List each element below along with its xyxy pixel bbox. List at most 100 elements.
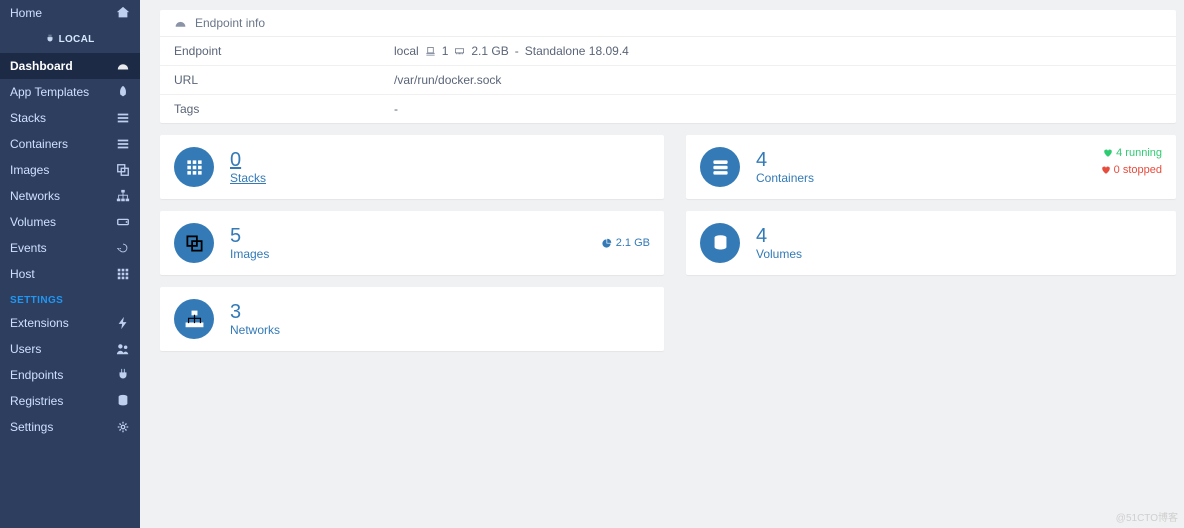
sidebar-item-extensions[interactable]: Extensions <box>0 310 140 336</box>
sidebar-item-label: Networks <box>10 189 60 203</box>
endpoint-row: Endpoint local 1 2.1 GB - Standalone 18.… <box>160 37 1176 66</box>
sidebar-env-label: LOCAL <box>59 34 95 45</box>
users-icon <box>116 342 130 356</box>
ram-size: 2.1 GB <box>471 44 508 58</box>
images-count: 5 <box>230 226 269 246</box>
watermark: @51CTO博客 <box>1116 509 1178 524</box>
tags-value: - <box>394 102 1162 116</box>
sidebar-item-label: Stacks <box>10 111 46 125</box>
pie-chart-icon <box>601 238 612 249</box>
list-icon <box>116 111 130 125</box>
containers-status: 4 running 0 stopped <box>1101 145 1162 178</box>
tile-containers[interactable]: 4 Containers 4 running 0 stopped <box>686 135 1176 199</box>
heartbeat-icon <box>1101 165 1111 175</box>
endpoint-info-header: Endpoint info <box>160 10 1176 37</box>
sidebar: Home LOCAL Dashboard App Templates Stack… <box>0 0 140 528</box>
endpoint-value: local 1 2.1 GB - Standalone 18.09.4 <box>394 44 1162 58</box>
cogs-icon <box>116 420 130 434</box>
endpoint-label: Endpoint <box>174 44 394 58</box>
sidebar-item-label: Endpoints <box>10 368 63 382</box>
heartbeat-icon <box>1103 148 1113 158</box>
sidebar-item-settings[interactable]: Settings <box>0 414 140 440</box>
sidebar-item-registries[interactable]: Registries <box>0 388 140 414</box>
sidebar-item-label: Images <box>10 163 49 177</box>
th-list-icon <box>185 158 204 177</box>
containers-count: 4 <box>756 150 814 170</box>
sidebar-item-events[interactable]: Events <box>0 235 140 261</box>
hdd-icon <box>116 215 130 229</box>
sidebar-item-networks[interactable]: Networks <box>0 183 140 209</box>
endpoint-name: local <box>394 44 419 58</box>
tile-stacks[interactable]: 0 Stacks <box>160 135 664 199</box>
dashboard-tiles: 0 Stacks 5 Images 2.1 GB 3 Ne <box>160 135 1176 351</box>
stacks-count: 0 <box>230 150 266 170</box>
clone-icon <box>116 163 130 177</box>
containers-label: Containers <box>756 171 814 185</box>
tachometer-icon <box>116 59 130 73</box>
sidebar-item-endpoints[interactable]: Endpoints <box>0 362 140 388</box>
sidebar-item-label: App Templates <box>10 85 89 99</box>
sidebar-item-label: Registries <box>10 394 63 408</box>
dash: - <box>515 44 519 58</box>
sidebar-item-label: Dashboard <box>10 59 73 73</box>
sidebar-item-label: Containers <box>10 137 68 151</box>
plug-icon <box>116 368 130 382</box>
sidebar-home-label: Home <box>10 6 42 20</box>
volumes-label: Volumes <box>756 247 802 261</box>
database-icon <box>116 394 130 408</box>
endpoint-mode: Standalone 18.09.4 <box>525 44 629 58</box>
tachometer-icon <box>174 17 187 30</box>
home-icon <box>116 6 130 20</box>
rocket-icon <box>116 85 130 99</box>
server-icon <box>711 158 730 177</box>
tile-images[interactable]: 5 Images 2.1 GB <box>160 211 664 275</box>
images-size: 2.1 GB <box>601 237 650 249</box>
sidebar-home[interactable]: Home <box>0 0 140 26</box>
url-value: /var/run/docker.sock <box>394 73 1162 87</box>
sidebar-item-host[interactable]: Host <box>0 261 140 287</box>
sidebar-item-label: Users <box>10 342 41 356</box>
tile-networks[interactable]: 3 Networks <box>160 287 664 351</box>
tags-row: Tags - <box>160 95 1176 123</box>
endpoint-info-title: Endpoint info <box>195 16 265 30</box>
list-icon <box>116 137 130 151</box>
clone-icon <box>185 234 204 253</box>
volumes-icon-circle <box>700 223 740 263</box>
database-icon <box>711 234 730 253</box>
main-content: Endpoint info Endpoint local 1 2.1 GB - … <box>140 0 1184 528</box>
sidebar-item-label: Extensions <box>10 316 69 330</box>
stacks-label: Stacks <box>230 171 266 185</box>
sidebar-env[interactable]: LOCAL <box>0 26 140 53</box>
url-label: URL <box>174 73 394 87</box>
sitemap-icon <box>185 310 204 329</box>
sidebar-item-containers[interactable]: Containers <box>0 131 140 157</box>
sidebar-item-label: Settings <box>10 420 53 434</box>
sidebar-item-label: Events <box>10 241 47 255</box>
sidebar-item-volumes[interactable]: Volumes <box>0 209 140 235</box>
images-icon-circle <box>174 223 214 263</box>
th-icon <box>116 267 130 281</box>
memory-icon <box>454 46 465 57</box>
microchip-icon <box>425 46 436 57</box>
sidebar-item-users[interactable]: Users <box>0 336 140 362</box>
networks-icon-circle <box>174 299 214 339</box>
cpu-count: 1 <box>442 44 449 58</box>
sidebar-item-images[interactable]: Images <box>0 157 140 183</box>
history-icon <box>116 241 130 255</box>
stacks-icon-circle <box>174 147 214 187</box>
images-label: Images <box>230 247 269 261</box>
url-row: URL /var/run/docker.sock <box>160 66 1176 95</box>
sitemap-icon <box>116 189 130 203</box>
images-size-value: 2.1 GB <box>616 237 650 249</box>
stopped-badge: 0 stopped <box>1101 162 1162 179</box>
containers-icon-circle <box>700 147 740 187</box>
sidebar-item-stacks[interactable]: Stacks <box>0 105 140 131</box>
volumes-count: 4 <box>756 226 802 246</box>
tile-volumes[interactable]: 4 Volumes <box>686 211 1176 275</box>
networks-count: 3 <box>230 302 280 322</box>
sidebar-item-app-templates[interactable]: App Templates <box>0 79 140 105</box>
stopped-text: 0 stopped <box>1114 164 1162 176</box>
endpoint-info-card: Endpoint info Endpoint local 1 2.1 GB - … <box>160 10 1176 123</box>
running-badge: 4 running <box>1101 145 1162 162</box>
sidebar-item-dashboard[interactable]: Dashboard <box>0 53 140 79</box>
